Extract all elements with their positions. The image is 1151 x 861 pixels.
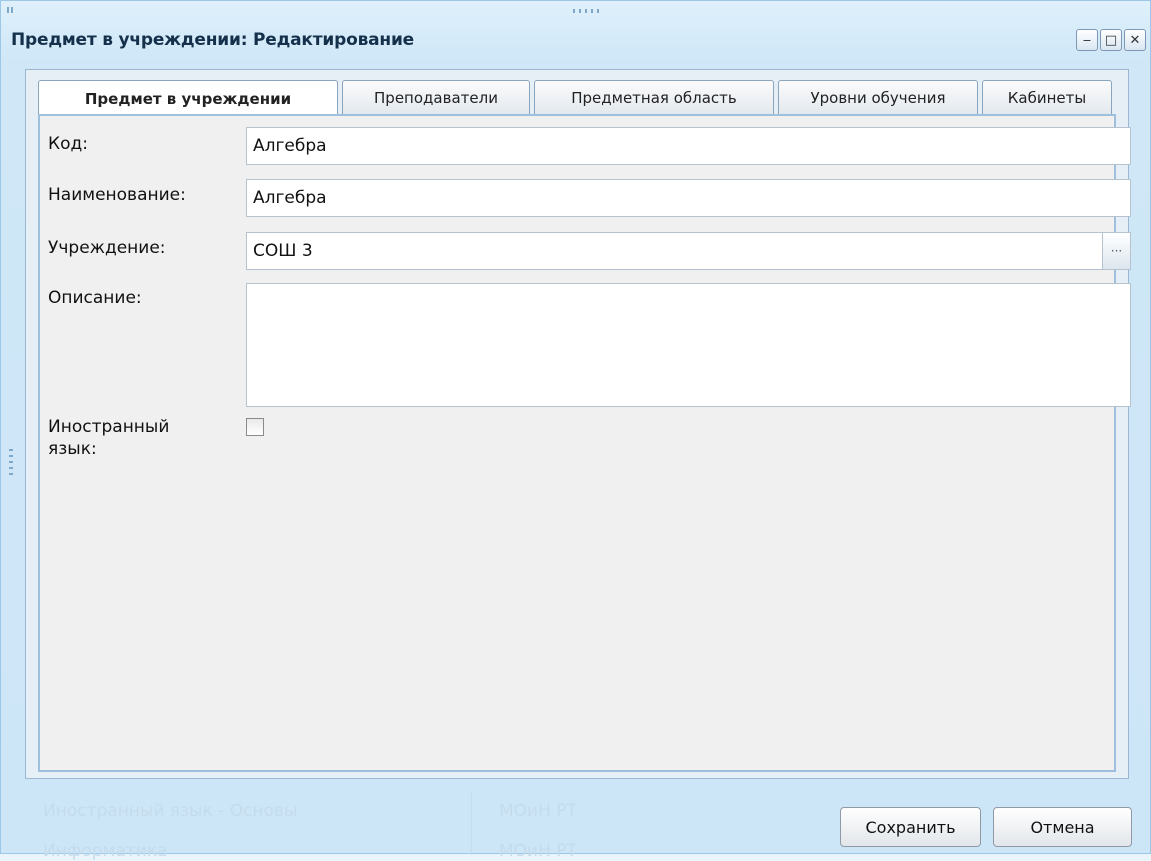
tab-teachers[interactable]: Преподаватели xyxy=(342,80,530,114)
close-icon[interactable]: ✕ xyxy=(1124,29,1146,51)
tab-education-levels[interactable]: Уровни обучения xyxy=(778,80,978,114)
name-value: Алгебра xyxy=(253,188,327,208)
description-label: Описание: xyxy=(48,288,142,308)
background-row-org: МОиН РТ xyxy=(499,841,577,861)
minimize-icon[interactable]: ‒ xyxy=(1076,29,1098,51)
foreign-language-label-line1: Иностранный xyxy=(48,417,170,437)
edit-window: Предмет в учреждении: Редактирование ‒ □… xyxy=(0,0,1151,861)
resize-grip-left[interactable] xyxy=(9,449,13,477)
foreign-language-checkbox[interactable] xyxy=(246,418,264,436)
background-row-org: МОиН РТ xyxy=(499,801,577,821)
window-controls: ‒ □ ✕ xyxy=(1076,29,1146,51)
code-input[interactable]: Алгебра xyxy=(246,127,1131,165)
tab-bar: Предмет в учреждении Преподаватели Предм… xyxy=(38,80,1112,116)
institution-label: Учреждение: xyxy=(48,238,166,258)
select-institution-button[interactable]: ··· xyxy=(1102,233,1130,269)
tab-subject-in-institution[interactable]: Предмет в учреждении xyxy=(38,80,338,116)
foreign-language-label: Иностранный язык: xyxy=(48,416,169,460)
tab-classrooms[interactable]: Кабинеты xyxy=(982,80,1112,114)
name-input[interactable]: Алгебра xyxy=(246,179,1131,217)
tab-panel: Код: Алгебра Наименование: Алгебра Учреж… xyxy=(38,114,1131,772)
background-column-divider xyxy=(471,791,472,855)
dialog-body: Предмет в учреждении Преподаватели Предм… xyxy=(25,69,1131,779)
maximize-icon[interactable]: □ xyxy=(1100,29,1122,51)
save-button[interactable]: Сохранить xyxy=(840,807,981,847)
institution-value: СОШ 3 xyxy=(253,241,313,261)
code-value: Алгебра xyxy=(253,136,327,156)
code-label: Код: xyxy=(48,134,88,154)
resize-grip-corner[interactable] xyxy=(7,7,13,13)
window-title: Предмет в учреждении: Редактирование xyxy=(11,30,414,50)
background-row-name: Информатика xyxy=(43,841,168,861)
cancel-button[interactable]: Отмена xyxy=(993,807,1132,847)
description-textarea[interactable] xyxy=(246,283,1131,407)
foreign-language-label-line2: язык: xyxy=(48,439,97,459)
background-row-name: Иностранный язык - Основы xyxy=(43,801,298,821)
institution-input[interactable]: СОШ 3 ··· xyxy=(246,232,1131,270)
tab-subject-area[interactable]: Предметная область xyxy=(534,80,774,114)
resize-grip-top[interactable] xyxy=(573,9,601,13)
name-label: Наименование: xyxy=(48,185,186,205)
